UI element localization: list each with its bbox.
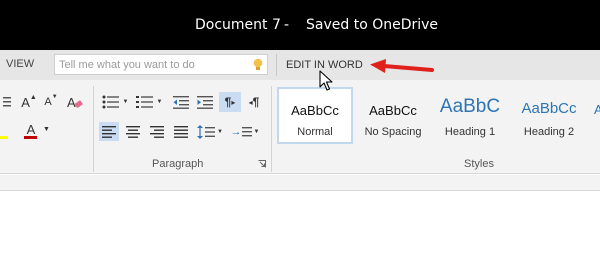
ribbon-separator-font xyxy=(93,86,94,172)
bullet-list-partial-icon[interactable] xyxy=(0,93,14,111)
font-color-bar xyxy=(24,136,37,139)
paragraph-indent-button[interactable]: → ▼ xyxy=(230,122,260,141)
dropdown-arrow-icon: ▼ xyxy=(43,126,50,133)
clear-formatting-button[interactable]: A xyxy=(64,93,86,111)
align-center-icon xyxy=(126,125,140,138)
shrink-font-button[interactable]: A ▼ xyxy=(41,93,61,111)
style-no-spacing-preview: AaBbCc xyxy=(369,103,417,118)
bullets-icon xyxy=(102,95,119,109)
style-no-spacing[interactable]: AaBbCc No Spacing xyxy=(355,87,431,144)
title-separator: - xyxy=(284,17,290,33)
clear-formatting-icon: A xyxy=(67,95,83,110)
svg-text:A: A xyxy=(67,95,76,110)
rtl-pilcrow-glyph: ¶ xyxy=(252,95,260,109)
style-heading-1[interactable]: AaBbC Heading 1 xyxy=(432,87,508,144)
style-heading-2-preview: AaBbCc xyxy=(521,100,577,117)
partial-style-glyph: A xyxy=(594,102,600,115)
document-title: Document 7 xyxy=(195,17,281,33)
style-no-spacing-name: No Spacing xyxy=(364,126,422,138)
right-to-left-button[interactable]: ◂ ¶ xyxy=(243,92,265,112)
indent-arrow-glyph: → xyxy=(230,125,242,138)
align-left-icon xyxy=(102,125,116,138)
title-bar: Document 7 - Saved to OneDrive xyxy=(0,0,600,50)
style-normal-preview: AaBbCc xyxy=(291,103,339,118)
lightbulb-icon xyxy=(253,58,263,70)
ltr-pilcrow-glyph: ¶ xyxy=(224,95,232,109)
paragraph-lines-icon xyxy=(241,126,252,136)
tell-me-input[interactable] xyxy=(59,57,245,72)
numbering-icon xyxy=(135,96,153,108)
align-right-button[interactable] xyxy=(147,122,167,141)
caret-up-icon: ▲ xyxy=(29,93,37,101)
dropdown-arrow-icon: ▼ xyxy=(217,128,223,135)
justify-icon xyxy=(174,125,188,138)
annotation-arrow-icon xyxy=(370,59,434,73)
decrease-indent-icon xyxy=(173,95,189,109)
numbering-button[interactable]: ▼ xyxy=(134,93,164,111)
save-status: Saved to OneDrive xyxy=(306,17,439,33)
align-center-button[interactable] xyxy=(123,122,143,141)
align-left-button[interactable] xyxy=(99,122,119,141)
dropdown-arrow-icon: ▼ xyxy=(253,128,260,135)
highlight-color-button[interactable] xyxy=(0,122,10,140)
font-color-glyph: A xyxy=(26,121,36,137)
dialog-launcher-icon[interactable] xyxy=(258,160,266,168)
bullets-button[interactable]: ▼ xyxy=(100,93,130,111)
mouse-cursor-icon xyxy=(319,70,333,91)
dropdown-arrow-icon: ▼ xyxy=(156,99,163,105)
line-spacing-button[interactable]: ▼ xyxy=(196,122,224,141)
grow-font-button[interactable]: A ▲ xyxy=(19,93,39,111)
style-normal[interactable]: AaBbCc Normal xyxy=(277,87,353,144)
style-heading-2-name: Heading 2 xyxy=(523,126,575,138)
paragraph-group-label: Paragraph xyxy=(152,158,204,170)
align-right-icon xyxy=(150,125,164,138)
menu-divider xyxy=(276,54,277,76)
styles-group-label: Styles xyxy=(464,158,494,170)
justify-button[interactable] xyxy=(171,122,191,141)
dropdown-arrow-icon: ▼ xyxy=(122,99,129,105)
shrink-font-glyph: A xyxy=(44,96,52,108)
font-color-button[interactable]: A ▼ xyxy=(20,121,50,141)
left-to-right-button[interactable]: ¶ ▸ xyxy=(219,92,241,112)
ruler-strip xyxy=(0,175,600,191)
line-spacing-icon xyxy=(197,124,216,139)
style-heading-1-preview: AaBbC xyxy=(439,96,501,117)
style-heading-1-name: Heading 1 xyxy=(444,126,496,138)
decrease-indent-button[interactable] xyxy=(171,93,191,111)
tab-view[interactable]: VIEW xyxy=(6,58,34,70)
highlight-color-bar xyxy=(0,136,8,139)
increase-indent-icon xyxy=(197,95,213,109)
caret-down-icon: ▼ xyxy=(51,94,58,100)
increase-indent-button[interactable] xyxy=(195,93,215,111)
style-gallery-next-partial[interactable]: A xyxy=(594,101,600,115)
grow-font-glyph: A xyxy=(21,94,30,110)
style-heading-2[interactable]: AaBbCc Heading 2 xyxy=(511,87,587,144)
tell-me-search-box[interactable] xyxy=(54,54,268,75)
ribbon-separator-paragraph xyxy=(271,86,272,172)
style-normal-name: Normal xyxy=(297,126,333,138)
document-canvas[interactable] xyxy=(0,192,600,266)
arrow-right-icon: ▸ xyxy=(231,97,236,107)
